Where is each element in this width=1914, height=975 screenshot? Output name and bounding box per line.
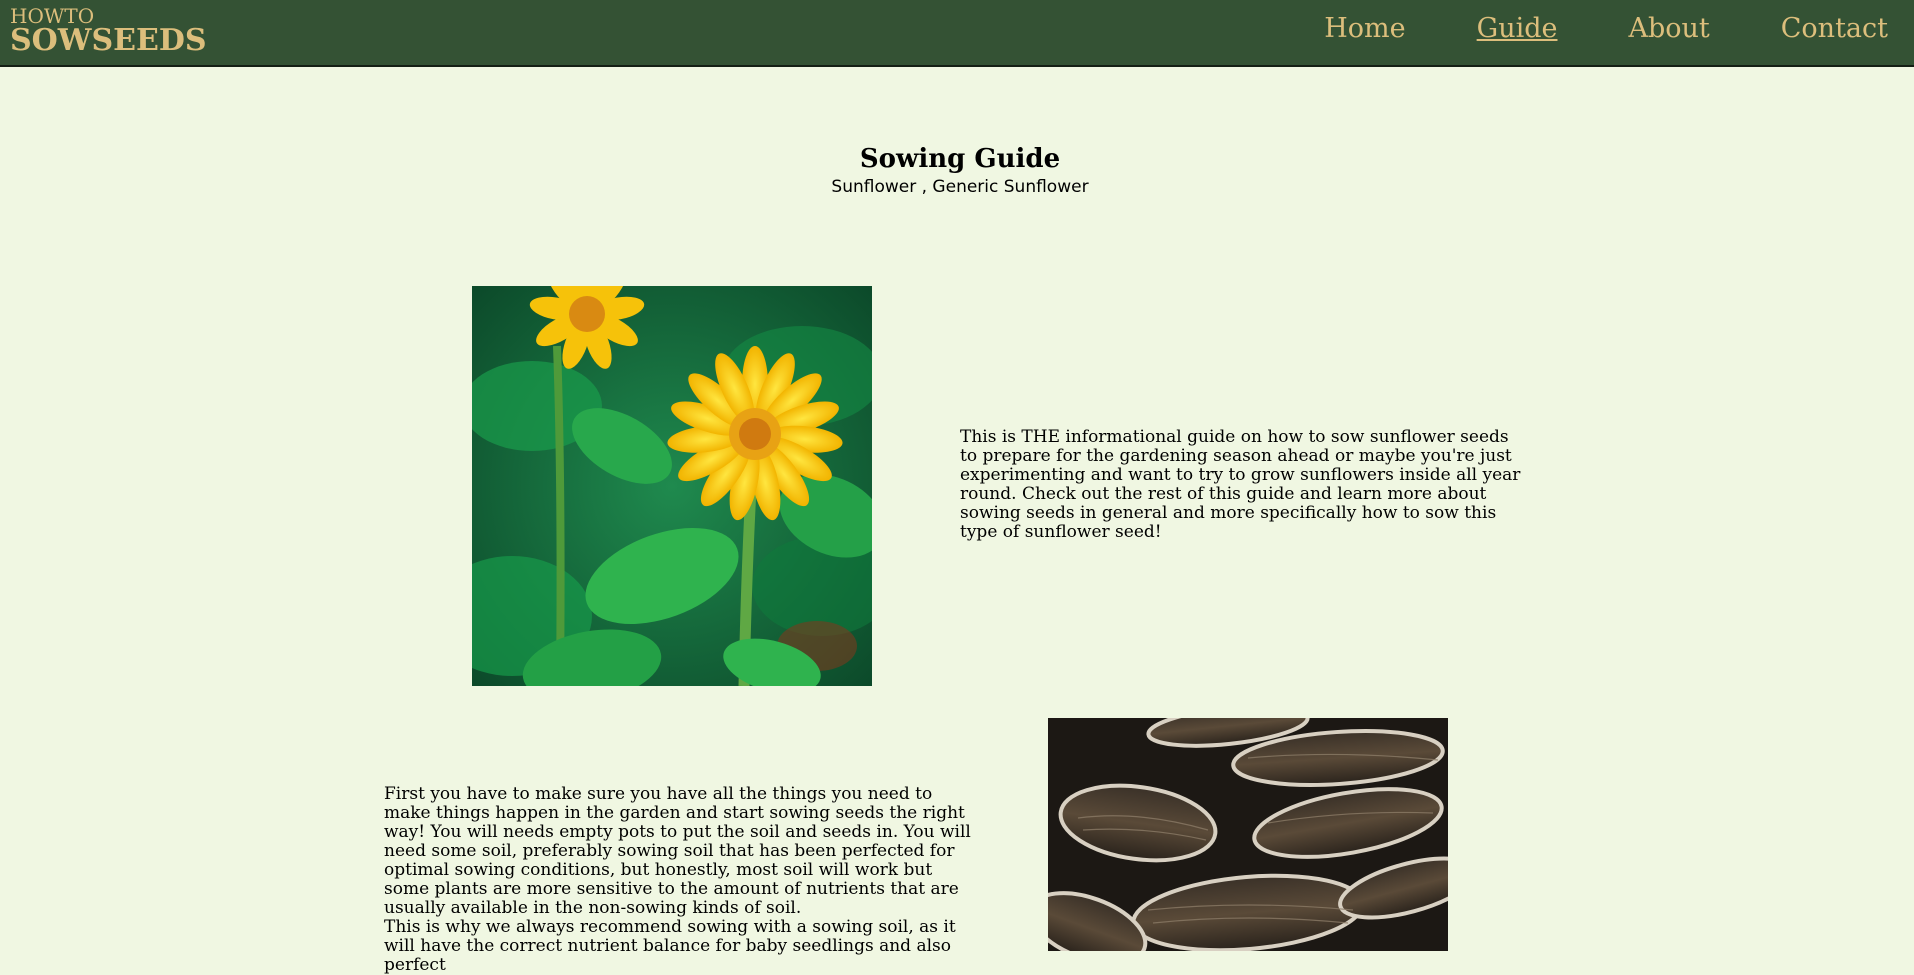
page-subtitle: Sunflower , Generic Sunflower (831, 177, 1089, 197)
preparation-text: First you have to make sure you have all… (384, 785, 974, 975)
sunflower-seeds-image (1048, 718, 1448, 951)
nav-link-home[interactable]: Home (1324, 13, 1405, 44)
top-navbar: HOWTO SOWSEEDS Home Guide About Contact (0, 0, 1914, 67)
intro-paragraph: This is THE informational guide on how t… (960, 427, 1521, 542)
logo-big-text: SOWSEEDS (10, 23, 207, 58)
nav-links: Home Guide About Contact (1253, 13, 1888, 44)
nav-link-contact[interactable]: Contact (1781, 13, 1888, 44)
preparation-paragraph: First you have to make sure you have all… (384, 784, 971, 918)
sowing-soil-paragraph: This is why we always recommend sowing w… (384, 917, 956, 975)
sunflower-image (472, 286, 872, 686)
nav-link-about[interactable]: About (1628, 13, 1709, 44)
nav-link-guide[interactable]: Guide (1477, 13, 1558, 44)
page-header: Sowing Guide Sunflower , Generic Sunflow… (0, 143, 1914, 198)
page-title: Sowing Guide (859, 144, 1061, 174)
site-logo[interactable]: HOWTO SOWSEEDS (10, 6, 207, 56)
